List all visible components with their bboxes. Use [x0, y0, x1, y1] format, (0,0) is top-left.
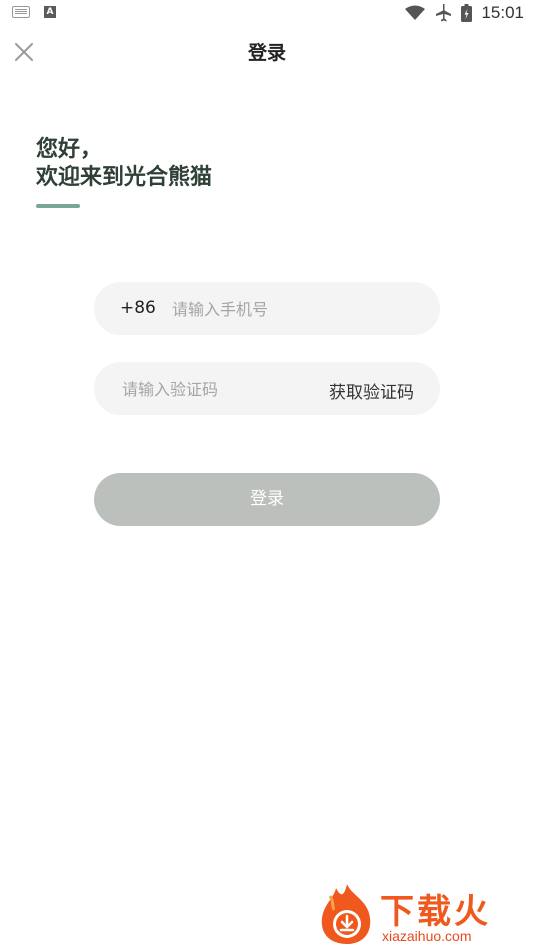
- watermark-url: xiazaihuo.com: [382, 928, 472, 944]
- get-code-button[interactable]: 获取验证码: [329, 378, 414, 403]
- phone-input[interactable]: [170, 282, 424, 337]
- header: 登录: [0, 32, 534, 72]
- watermark: 下载火 xiazaihuo.com: [314, 880, 530, 948]
- status-bar-left: A: [12, 6, 56, 18]
- page-title: 登录: [247, 42, 286, 64]
- country-code[interactable]: +86: [120, 298, 156, 318]
- a-icon: A: [44, 6, 56, 18]
- battery-icon: [461, 4, 473, 22]
- airplane-icon: [434, 4, 452, 22]
- verification-code-field: 获取验证码: [94, 362, 440, 417]
- greeting-line-2: 欢迎来到光合熊猫: [36, 165, 213, 190]
- status-bar: A 15:01: [0, 0, 534, 28]
- greeting-underline: [36, 204, 80, 208]
- verification-code-input[interactable]: [120, 362, 314, 417]
- flame-logo-icon: [321, 884, 371, 944]
- watermark-title: 下载火: [380, 892, 491, 932]
- greeting: 您好， 欢迎来到光合熊猫: [36, 136, 212, 192]
- phone-field: +86: [94, 282, 440, 337]
- wifi-icon: [405, 5, 426, 21]
- status-time: 15:01: [481, 3, 524, 22]
- keyboard-icon: [12, 6, 30, 18]
- status-bar-right: 15:01: [405, 3, 524, 23]
- login-button[interactable]: 登录: [94, 473, 440, 526]
- greeting-line-1: 您好，: [36, 137, 103, 162]
